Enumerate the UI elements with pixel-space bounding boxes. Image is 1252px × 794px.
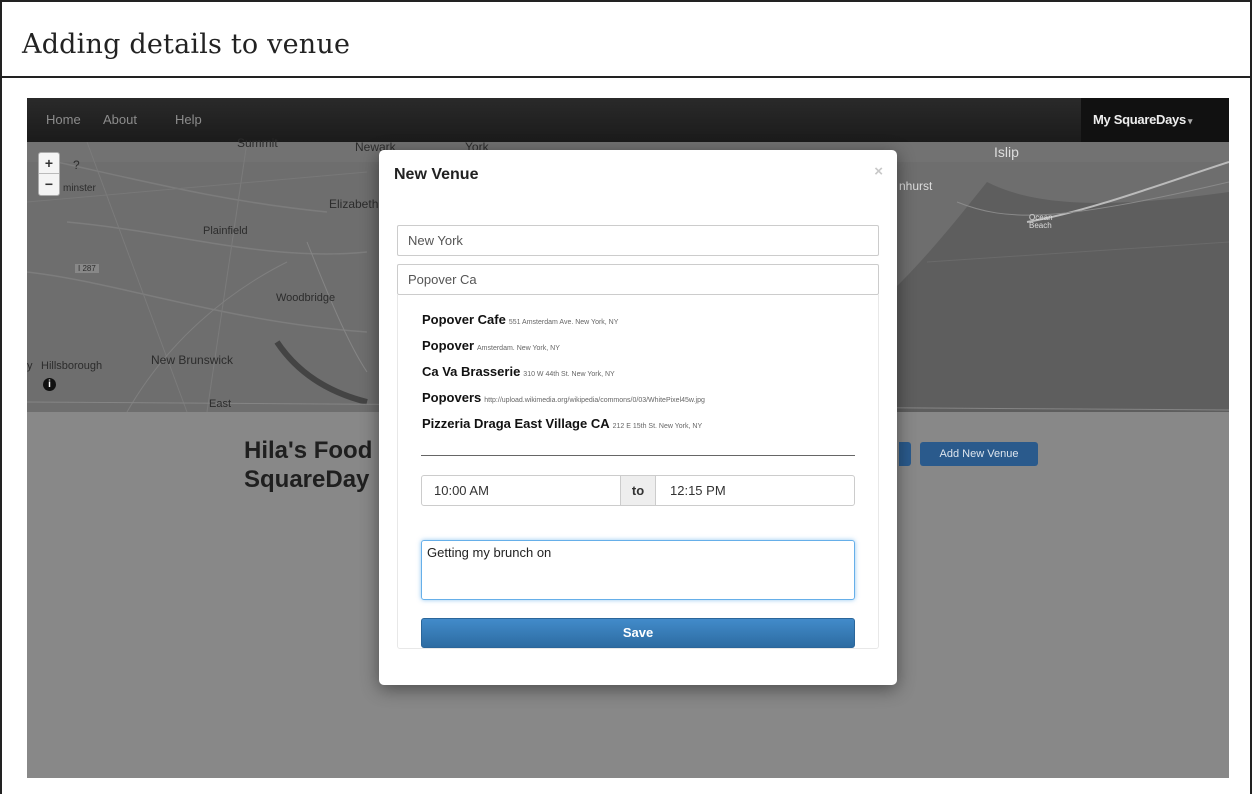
suggestion-item[interactable]: Popovers http://upload.wikimedia.org/wiki… <box>422 389 705 407</box>
divider <box>421 455 855 456</box>
map-label-plainfield: Plainfield <box>203 225 248 237</box>
suggestion-name: Ca Va Brasserie <box>422 364 521 379</box>
interstate-287-shield: I 287 <box>75 264 99 273</box>
time-separator: to <box>620 476 656 505</box>
note-textarea[interactable]: Getting my brunch on <box>421 540 855 600</box>
page-title-line-1: Hila's Food <box>244 437 373 464</box>
map-label-nhurst: nhurst <box>899 179 933 193</box>
chevron-down-icon: ▾ <box>1187 116 1193 126</box>
user-menu-label[interactable]: My SquareDays ▾ <box>1093 112 1192 127</box>
modal-title: New Venue <box>394 166 479 183</box>
time-range: 10:00 AM to 12:15 PM <box>421 475 855 506</box>
suggestion-name: Popover <box>422 338 475 353</box>
suggestion-address: Amsterdam. New York, NY <box>477 345 560 352</box>
map-label-ocean-beach: Ocean Beach <box>1029 213 1053 230</box>
nav-about-link[interactable]: About <box>103 112 137 127</box>
frame-title: Adding details to venue <box>22 29 351 60</box>
map-label-question: ? <box>73 158 80 172</box>
suggestion-item[interactable]: Popover Cafe 551 Amsterdam Ave. New York,… <box>422 311 618 329</box>
city-input[interactable]: New York <box>397 225 879 256</box>
frame-header: Adding details to venue <box>2 2 1250 78</box>
suggestion-name: Popovers <box>422 390 482 405</box>
suggestion-name: Pizzeria Draga East Village CA <box>422 416 610 431</box>
map-label-summit: Summit <box>237 136 278 150</box>
suggestion-item[interactable]: Pizzeria Draga East Village CA 212 E 15th… <box>422 415 702 433</box>
user-menu[interactable]: My SquareDays ▾ <box>1081 98 1229 142</box>
map-label-woodbridge: Woodbridge <box>276 292 336 304</box>
close-icon[interactable]: × <box>874 163 883 180</box>
suggestion-name: Popover Cafe <box>422 312 506 327</box>
suggestion-item[interactable]: Ca Va Brasserie 310 W 44th St. New York, … <box>422 363 615 381</box>
add-new-venue-button[interactable]: Add New Venue <box>920 442 1038 466</box>
zoom-in-button[interactable]: + <box>39 153 59 174</box>
info-icon[interactable]: i <box>43 378 56 391</box>
nav-help-link[interactable]: Help <box>175 112 202 127</box>
suggestion-item[interactable]: Popover Amsterdam. New York, NY <box>422 337 560 355</box>
page-title-line-2: SquareDay <box>244 466 370 493</box>
partial-button[interactable] <box>899 442 911 466</box>
end-time-input[interactable]: 12:15 PM <box>670 476 726 505</box>
map-label-minster: minster <box>63 183 96 194</box>
zoom-control: + − <box>38 152 60 196</box>
map-label-east: East <box>209 398 232 410</box>
save-button[interactable]: Save <box>421 618 855 648</box>
suggestion-address: 212 E 15th St. New York, NY <box>612 423 703 430</box>
venue-search-input[interactable]: Popover Ca <box>397 264 879 295</box>
suggestion-address: 310 W 44th St. New York, NY <box>523 371 615 378</box>
map-label-y: y <box>27 360 33 372</box>
user-menu-text: My SquareDays <box>1093 112 1186 127</box>
zoom-out-button[interactable]: − <box>39 174 59 195</box>
suggestion-address: 551 Amsterdam Ave. New York, NY <box>508 319 619 326</box>
suggestion-address: http://upload.wikimedia.org/wikipedia/co… <box>484 397 705 404</box>
navbar: Home About Help My SquareDays ▾ <box>27 98 1229 142</box>
new-venue-modal: New Venue × New York Popover Ca Popover … <box>379 150 897 685</box>
page-title: Hila's Food SquareDay <box>244 436 372 494</box>
start-time-input[interactable]: 10:00 AM <box>434 476 489 505</box>
map-label-islip: Islip <box>994 144 1019 160</box>
nav-home-link[interactable]: Home <box>46 112 81 127</box>
map-label-hillsborough: Hillsborough <box>41 360 103 372</box>
map-label-elizabeth: Elizabeth <box>329 197 379 211</box>
map-label-new-brunswick: New Brunswick <box>151 353 234 367</box>
